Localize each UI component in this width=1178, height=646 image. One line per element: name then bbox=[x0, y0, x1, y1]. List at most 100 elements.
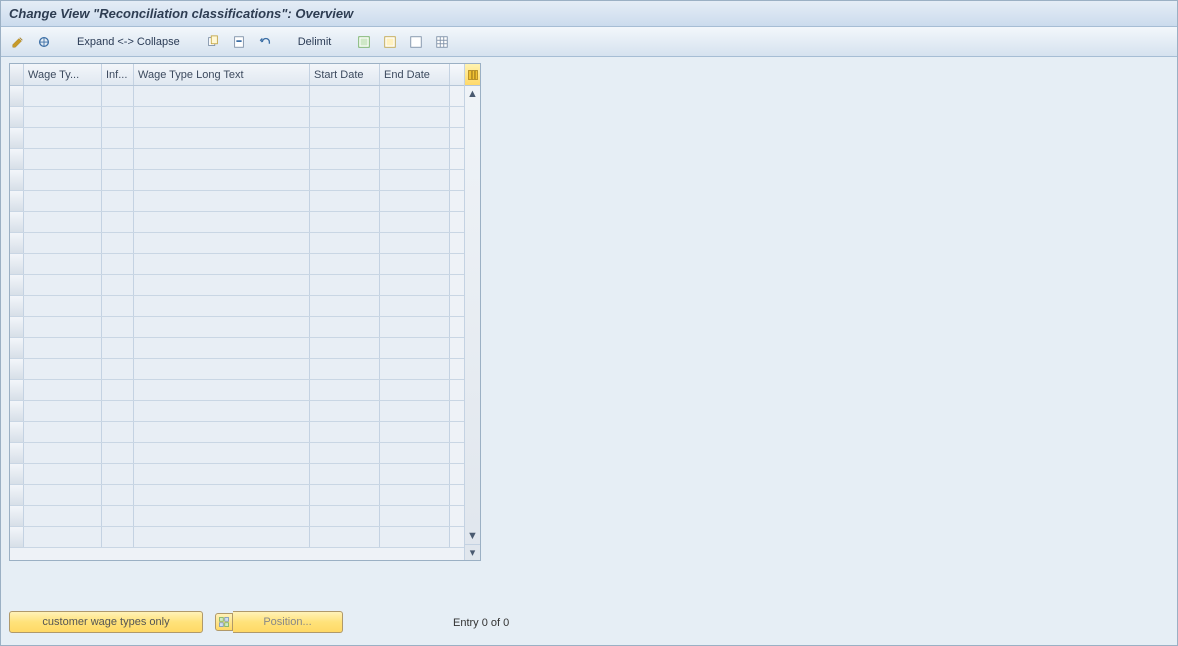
cell-long-text[interactable] bbox=[134, 233, 310, 253]
cell-start-date[interactable] bbox=[310, 359, 380, 379]
cell-start-date[interactable] bbox=[310, 422, 380, 442]
row-selector[interactable] bbox=[10, 422, 24, 442]
configure-columns-button[interactable] bbox=[465, 64, 480, 86]
cell-wage-type[interactable] bbox=[24, 527, 102, 547]
cell-long-text[interactable] bbox=[134, 296, 310, 316]
row-selector[interactable] bbox=[10, 485, 24, 505]
vertical-scrollbar[interactable]: ▲ ▼ ▾ bbox=[464, 64, 480, 560]
cell-inf[interactable] bbox=[102, 275, 134, 295]
table-row[interactable] bbox=[10, 254, 480, 275]
row-selector[interactable] bbox=[10, 527, 24, 547]
cell-long-text[interactable] bbox=[134, 254, 310, 274]
row-selector[interactable] bbox=[10, 296, 24, 316]
toggle-display-change-button[interactable] bbox=[7, 32, 29, 52]
row-selector[interactable] bbox=[10, 359, 24, 379]
table-row[interactable] bbox=[10, 233, 480, 254]
scroll-up-button[interactable]: ▲ bbox=[465, 86, 480, 102]
cell-wage-type[interactable] bbox=[24, 380, 102, 400]
cell-wage-type[interactable] bbox=[24, 128, 102, 148]
select-all-header[interactable] bbox=[10, 64, 24, 85]
table-row[interactable] bbox=[10, 485, 480, 506]
cell-end-date[interactable] bbox=[380, 275, 450, 295]
table-settings-button[interactable] bbox=[431, 32, 453, 52]
cell-end-date[interactable] bbox=[380, 191, 450, 211]
cell-long-text[interactable] bbox=[134, 317, 310, 337]
expand-collapse-button[interactable]: Expand <-> Collapse bbox=[71, 32, 186, 52]
cell-wage-type[interactable] bbox=[24, 506, 102, 526]
cell-wage-type[interactable] bbox=[24, 296, 102, 316]
row-selector[interactable] bbox=[10, 128, 24, 148]
table-row[interactable] bbox=[10, 86, 480, 107]
table-row[interactable] bbox=[10, 107, 480, 128]
delete-button[interactable] bbox=[228, 32, 250, 52]
row-selector[interactable] bbox=[10, 380, 24, 400]
cell-wage-type[interactable] bbox=[24, 86, 102, 106]
cell-start-date[interactable] bbox=[310, 107, 380, 127]
cell-start-date[interactable] bbox=[310, 254, 380, 274]
table-row[interactable] bbox=[10, 149, 480, 170]
cell-long-text[interactable] bbox=[134, 422, 310, 442]
cell-wage-type[interactable] bbox=[24, 485, 102, 505]
table-row[interactable] bbox=[10, 338, 480, 359]
cell-inf[interactable] bbox=[102, 401, 134, 421]
row-selector[interactable] bbox=[10, 464, 24, 484]
cell-end-date[interactable] bbox=[380, 149, 450, 169]
cell-long-text[interactable] bbox=[134, 86, 310, 106]
scroll-track[interactable] bbox=[465, 102, 480, 528]
cell-wage-type[interactable] bbox=[24, 401, 102, 421]
delimit-button[interactable]: Delimit bbox=[292, 32, 338, 52]
table-row[interactable] bbox=[10, 443, 480, 464]
table-row[interactable] bbox=[10, 359, 480, 380]
row-selector[interactable] bbox=[10, 338, 24, 358]
cell-end-date[interactable] bbox=[380, 296, 450, 316]
cell-wage-type[interactable] bbox=[24, 422, 102, 442]
cell-inf[interactable] bbox=[102, 506, 134, 526]
cell-start-date[interactable] bbox=[310, 233, 380, 253]
cell-end-date[interactable] bbox=[380, 401, 450, 421]
table-row[interactable] bbox=[10, 317, 480, 338]
cell-wage-type[interactable] bbox=[24, 107, 102, 127]
table-row[interactable] bbox=[10, 191, 480, 212]
cell-long-text[interactable] bbox=[134, 527, 310, 547]
cell-wage-type[interactable] bbox=[24, 275, 102, 295]
cell-end-date[interactable] bbox=[380, 170, 450, 190]
row-selector[interactable] bbox=[10, 170, 24, 190]
table-row[interactable] bbox=[10, 128, 480, 149]
cell-inf[interactable] bbox=[102, 485, 134, 505]
other-view-button[interactable] bbox=[33, 32, 55, 52]
cell-inf[interactable] bbox=[102, 170, 134, 190]
row-selector[interactable] bbox=[10, 317, 24, 337]
cell-wage-type[interactable] bbox=[24, 170, 102, 190]
scroll-down-end-button[interactable]: ▾ bbox=[465, 544, 480, 560]
cell-long-text[interactable] bbox=[134, 149, 310, 169]
table-row[interactable] bbox=[10, 422, 480, 443]
cell-wage-type[interactable] bbox=[24, 254, 102, 274]
cell-start-date[interactable] bbox=[310, 338, 380, 358]
cell-end-date[interactable] bbox=[380, 338, 450, 358]
cell-end-date[interactable] bbox=[380, 212, 450, 232]
cell-inf[interactable] bbox=[102, 296, 134, 316]
col-wage-type[interactable]: Wage Ty... bbox=[24, 64, 102, 85]
table-row[interactable] bbox=[10, 527, 480, 548]
cell-end-date[interactable] bbox=[380, 317, 450, 337]
cell-long-text[interactable] bbox=[134, 401, 310, 421]
cell-end-date[interactable] bbox=[380, 527, 450, 547]
cell-wage-type[interactable] bbox=[24, 212, 102, 232]
cell-start-date[interactable] bbox=[310, 317, 380, 337]
row-selector[interactable] bbox=[10, 212, 24, 232]
col-inf[interactable]: Inf... bbox=[102, 64, 134, 85]
cell-wage-type[interactable] bbox=[24, 464, 102, 484]
cell-end-date[interactable] bbox=[380, 86, 450, 106]
cell-long-text[interactable] bbox=[134, 191, 310, 211]
row-selector[interactable] bbox=[10, 506, 24, 526]
cell-start-date[interactable] bbox=[310, 485, 380, 505]
cell-wage-type[interactable] bbox=[24, 359, 102, 379]
customer-wage-types-button[interactable]: customer wage types only bbox=[9, 611, 203, 633]
row-selector[interactable] bbox=[10, 149, 24, 169]
cell-start-date[interactable] bbox=[310, 506, 380, 526]
select-block-button[interactable] bbox=[379, 32, 401, 52]
cell-inf[interactable] bbox=[102, 149, 134, 169]
cell-end-date[interactable] bbox=[380, 233, 450, 253]
cell-start-date[interactable] bbox=[310, 380, 380, 400]
col-start-date[interactable]: Start Date bbox=[310, 64, 380, 85]
